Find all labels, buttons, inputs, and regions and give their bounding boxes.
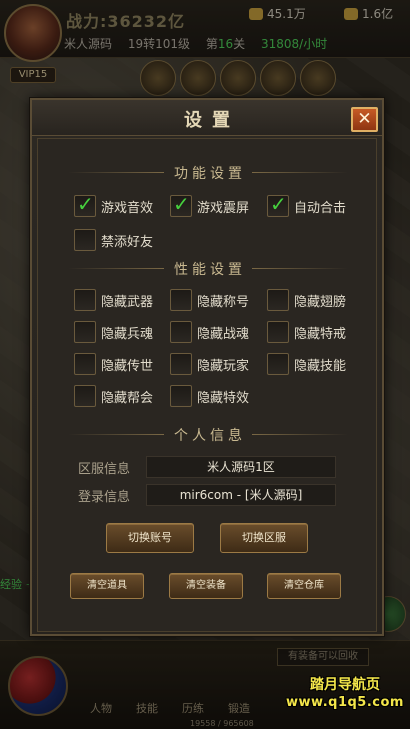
login-info-value: mir6com - [米人源码] <box>146 484 336 506</box>
option-hide-special-ring[interactable]: 隐藏特戒 <box>267 321 346 343</box>
checkbox[interactable] <box>74 289 96 311</box>
section-performance-title: 性能设置 <box>38 259 378 279</box>
option-hide-wings[interactable]: 隐藏翅膀 <box>267 289 346 311</box>
clear-storage-button[interactable]: 清空仓库 <box>267 573 341 599</box>
dialog-title: 设置 <box>184 110 240 131</box>
checkbox[interactable] <box>74 385 96 407</box>
close-button[interactable]: ✕ <box>351 107 378 132</box>
option-game-sound[interactable]: ✓ 游戏音效 <box>74 192 154 217</box>
option-label: 隐藏传世 <box>101 358 154 374</box>
dialog-body: 功能设置 ✓ 游戏音效 ✓ 游戏震屏 ✓ 自动合击 禁添好友 性能设置 隐藏武器… <box>37 138 377 632</box>
option-label: 隐藏兵魂 <box>101 326 154 342</box>
watermark-line2: www.q1q5.com <box>286 695 404 710</box>
option-hide-title[interactable]: 隐藏称号 <box>170 289 249 311</box>
checkbox[interactable]: ✓ <box>267 192 289 217</box>
option-hide-battle-soul[interactable]: 隐藏战魂 <box>170 321 249 343</box>
clear-equipment-button[interactable]: 清空装备 <box>169 573 243 599</box>
server-info-label: 区服信息 <box>78 461 131 477</box>
switch-server-button[interactable]: 切换区服 <box>220 523 308 553</box>
checkbox[interactable] <box>170 353 192 375</box>
section-personal-title: 个人信息 <box>38 425 378 445</box>
option-block-friends[interactable]: 禁添好友 <box>74 229 153 251</box>
checkbox[interactable] <box>170 289 192 311</box>
option-hide-legend[interactable]: 隐藏传世 <box>74 353 153 375</box>
watermark-line1: 踏月导航页 <box>310 677 380 693</box>
option-hide-weapon[interactable]: 隐藏武器 <box>74 289 153 311</box>
checkbox[interactable]: ✓ <box>170 192 192 217</box>
section-function-title: 功能设置 <box>38 163 378 183</box>
site-watermark: 踏月导航页 www.q1q5.com <box>282 676 408 712</box>
option-label: 隐藏称号 <box>197 294 250 310</box>
checkbox[interactable]: ✓ <box>74 192 96 217</box>
server-info-value: 米人源码1区 <box>146 456 336 478</box>
server-info-row: 区服信息 米人源码1区 <box>78 455 336 479</box>
option-hide-soldier-soul[interactable]: 隐藏兵魂 <box>74 321 153 343</box>
checkbox[interactable] <box>267 289 289 311</box>
checkbox[interactable] <box>74 321 96 343</box>
switch-account-button[interactable]: 切换账号 <box>106 523 194 553</box>
checkbox[interactable] <box>74 353 96 375</box>
checkbox[interactable] <box>170 385 192 407</box>
check-icon: ✓ <box>173 192 190 216</box>
option-hide-guild[interactable]: 隐藏帮会 <box>74 385 153 407</box>
settings-dialog: 设置 ✕ 功能设置 ✓ 游戏音效 ✓ 游戏震屏 ✓ 自动合击 禁添好友 性能设置… <box>30 98 384 636</box>
option-label: 隐藏武器 <box>101 294 154 310</box>
option-label: 自动合击 <box>294 200 347 216</box>
option-hide-players[interactable]: 隐藏玩家 <box>170 353 249 375</box>
option-label: 隐藏战魂 <box>197 326 250 342</box>
option-label: 隐藏翅膀 <box>294 294 347 310</box>
option-label: 隐藏玩家 <box>197 358 250 374</box>
clear-items-button[interactable]: 清空道具 <box>70 573 144 599</box>
checkbox[interactable] <box>267 353 289 375</box>
option-label: 禁添好友 <box>101 234 154 250</box>
login-info-row: 登录信息 mir6com - [米人源码] <box>78 483 336 507</box>
option-label: 隐藏特戒 <box>294 326 347 342</box>
option-screen-shake[interactable]: ✓ 游戏震屏 <box>170 192 250 217</box>
option-label: 隐藏特效 <box>197 390 250 406</box>
option-label: 游戏震屏 <box>197 200 250 216</box>
option-auto-combo[interactable]: ✓ 自动合击 <box>267 192 347 217</box>
checkbox[interactable] <box>170 321 192 343</box>
option-label: 游戏音效 <box>101 200 154 216</box>
dialog-header: 设置 ✕ <box>32 100 382 136</box>
option-hide-effects[interactable]: 隐藏特效 <box>170 385 249 407</box>
checkbox[interactable] <box>267 321 289 343</box>
checkbox[interactable] <box>74 229 96 251</box>
check-icon: ✓ <box>77 192 94 216</box>
check-icon: ✓ <box>270 192 287 216</box>
option-label: 隐藏技能 <box>294 358 347 374</box>
option-label: 隐藏帮会 <box>101 390 154 406</box>
login-info-label: 登录信息 <box>78 489 131 505</box>
option-hide-skills[interactable]: 隐藏技能 <box>267 353 346 375</box>
